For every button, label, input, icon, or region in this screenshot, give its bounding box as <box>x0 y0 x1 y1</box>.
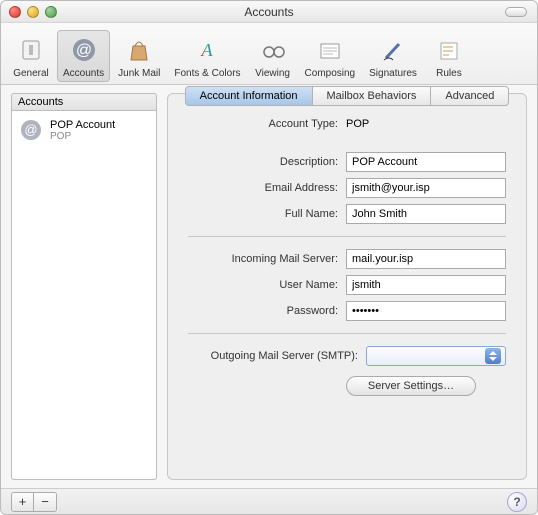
preferences-window: Accounts General @ Accounts Junk Mail A <box>0 0 538 515</box>
prefs-toolbar: General @ Accounts Junk Mail A Fonts & C… <box>1 23 537 85</box>
account-row[interactable]: @ POP Account POP <box>12 111 156 149</box>
toolbar-label: Signatures <box>369 68 417 79</box>
label-smtp: Outgoing Mail Server (SMTP): <box>188 350 358 362</box>
at-icon: @ <box>68 34 100 66</box>
accounts-sidebar: Accounts @ POP Account POP <box>11 93 157 480</box>
input-incoming[interactable] <box>346 249 506 269</box>
titlebar: Accounts <box>1 1 537 23</box>
input-email[interactable] <box>346 178 506 198</box>
toolbar-general[interactable]: General <box>7 30 55 82</box>
help-button[interactable]: ? <box>507 492 527 512</box>
label-username: User Name: <box>188 279 338 291</box>
account-form: Account Type: POP Description: Email Add… <box>180 114 514 400</box>
pen-icon <box>377 34 409 66</box>
divider <box>188 236 506 237</box>
toolbar-signatures[interactable]: Signatures <box>363 30 423 82</box>
account-subtype: POP <box>50 131 115 142</box>
svg-text:@: @ <box>75 42 91 59</box>
tab-mailbox-behaviors[interactable]: Mailbox Behaviors <box>312 86 431 106</box>
add-remove-control: + − <box>11 492 57 512</box>
tab-account-information[interactable]: Account Information <box>185 86 312 106</box>
row-description: Description: <box>188 152 506 172</box>
remove-account-button[interactable]: − <box>34 493 56 511</box>
close-button[interactable] <box>9 6 21 18</box>
zoom-button[interactable] <box>45 6 57 18</box>
svg-text:@: @ <box>24 122 37 137</box>
toolbar-accounts[interactable]: @ Accounts <box>57 30 110 82</box>
value-account-type: POP <box>346 118 369 130</box>
toolbar-viewing[interactable]: Viewing <box>249 30 297 82</box>
updown-icon <box>485 348 501 364</box>
switch-icon <box>15 34 47 66</box>
row-email: Email Address: <box>188 178 506 198</box>
input-description[interactable] <box>346 152 506 172</box>
label-fullname: Full Name: <box>188 208 338 220</box>
add-account-button[interactable]: + <box>12 493 34 511</box>
window-controls <box>9 6 57 18</box>
content-area: Accounts @ POP Account POP Account Infor… <box>1 85 537 488</box>
toolbar-composing[interactable]: Composing <box>299 30 362 82</box>
toolbar-junk[interactable]: Junk Mail <box>112 30 166 82</box>
svg-text:A: A <box>201 40 214 60</box>
account-text: POP Account POP <box>50 119 115 142</box>
bottom-bar: + − ? <box>1 488 537 514</box>
window-title: Accounts <box>1 5 537 19</box>
label-description: Description: <box>188 156 338 168</box>
glasses-icon <box>257 34 289 66</box>
toolbar-label: Junk Mail <box>118 68 160 79</box>
toolbar-label: Composing <box>305 68 356 79</box>
label-password: Password: <box>188 305 338 317</box>
divider <box>188 333 506 334</box>
input-fullname[interactable] <box>346 204 506 224</box>
toolbar-fonts[interactable]: A Fonts & Colors <box>168 30 246 82</box>
toolbar-label: Rules <box>436 68 462 79</box>
toolbar-rules[interactable]: Rules <box>425 30 473 82</box>
detail-tabs: Account Information Mailbox Behaviors Ad… <box>185 86 510 106</box>
label-account-type: Account Type: <box>188 118 338 130</box>
toolbar-label: Fonts & Colors <box>174 68 240 79</box>
accounts-list[interactable]: @ POP Account POP <box>11 111 157 480</box>
bag-icon <box>123 34 155 66</box>
compose-icon <box>314 34 346 66</box>
at-icon: @ <box>18 117 44 143</box>
server-settings-button[interactable]: Server Settings… <box>346 376 476 396</box>
row-incoming: Incoming Mail Server: <box>188 249 506 269</box>
label-email: Email Address: <box>188 182 338 194</box>
row-username: User Name: <box>188 275 506 295</box>
toolbar-label: Viewing <box>255 68 290 79</box>
row-account-type: Account Type: POP <box>188 118 506 130</box>
input-username[interactable] <box>346 275 506 295</box>
account-detail-panel: Account Information Mailbox Behaviors Ad… <box>167 93 527 480</box>
account-name: POP Account <box>50 119 115 131</box>
rules-icon <box>433 34 465 66</box>
sidebar-header: Accounts <box>11 93 157 111</box>
minimize-button[interactable] <box>27 6 39 18</box>
row-password: Password: <box>188 301 506 321</box>
input-password[interactable] <box>346 301 506 321</box>
fonts-icon: A <box>191 34 223 66</box>
row-fullname: Full Name: <box>188 204 506 224</box>
toolbar-toggle-button[interactable] <box>505 7 527 17</box>
toolbar-label: Accounts <box>63 68 104 79</box>
smtp-popup[interactable] <box>366 346 506 366</box>
row-smtp: Outgoing Mail Server (SMTP): <box>188 346 506 366</box>
toolbar-label: General <box>13 68 49 79</box>
label-incoming: Incoming Mail Server: <box>188 253 338 265</box>
tab-advanced[interactable]: Advanced <box>430 86 509 106</box>
